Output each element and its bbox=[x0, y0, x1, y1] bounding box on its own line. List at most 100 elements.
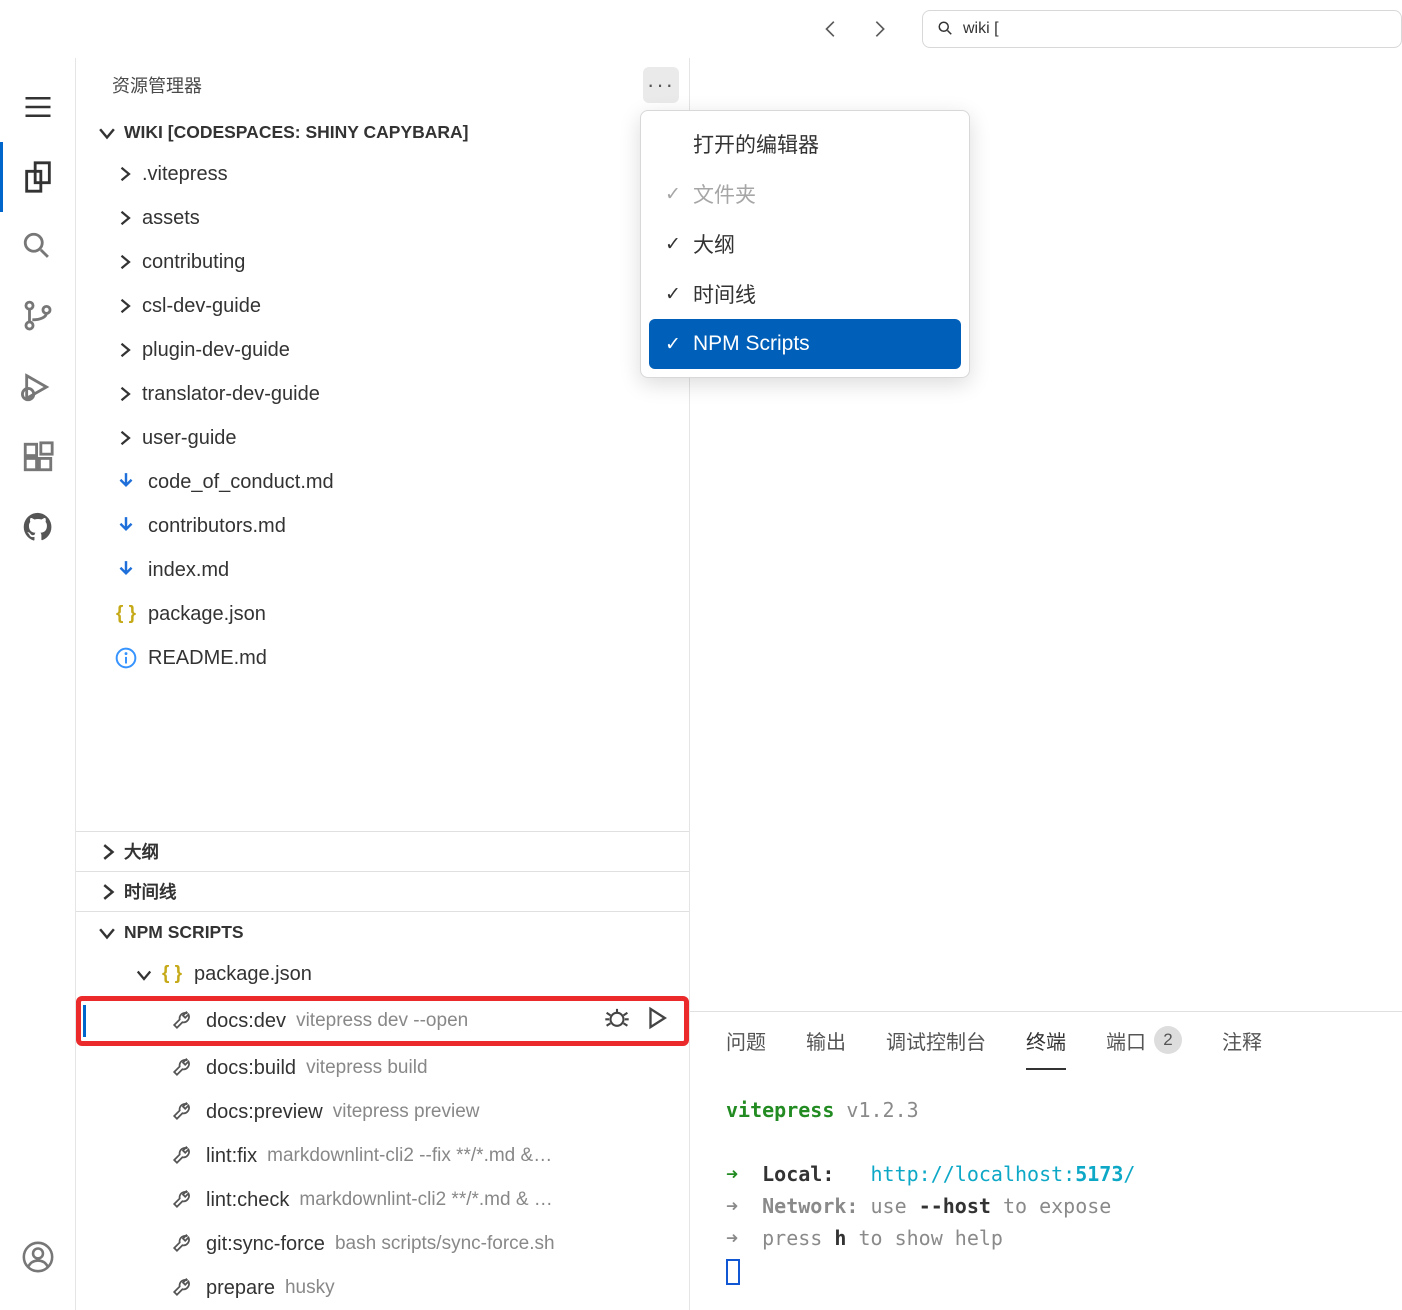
activity-explorer[interactable] bbox=[0, 142, 76, 212]
workspace-header[interactable]: WIKI [CODESPACES: SHINY CAPYBARA] bbox=[76, 112, 689, 152]
tab-comments[interactable]: 注释 bbox=[1222, 1012, 1262, 1070]
nav-forward-button[interactable] bbox=[868, 17, 892, 41]
script-name: lint:fix bbox=[206, 1145, 257, 1168]
npm-root-label: package.json bbox=[194, 963, 312, 986]
activity-bar bbox=[0, 58, 76, 1310]
chevron-right-icon bbox=[114, 252, 134, 272]
npm-package-json[interactable]: { } package.json bbox=[76, 952, 689, 996]
folder-label: contributing bbox=[142, 251, 245, 274]
folder-label: plugin-dev-guide bbox=[142, 339, 290, 362]
script-name: docs:preview bbox=[206, 1101, 323, 1124]
script-name: prepare bbox=[206, 1277, 275, 1300]
file-code_of_conduct.md[interactable]: code_of_conduct.md bbox=[76, 460, 689, 504]
outline-label: 大纲 bbox=[124, 839, 159, 864]
chevron-right-icon bbox=[96, 841, 118, 863]
activity-accounts[interactable] bbox=[0, 1222, 76, 1292]
activity-github[interactable] bbox=[0, 492, 76, 562]
npm-script-lint-check[interactable]: lint:check markdownlint-cli2 **/*.md & … bbox=[76, 1178, 689, 1222]
npm-script-docs-dev[interactable]: docs:devvitepress dev --open bbox=[76, 996, 689, 1046]
folder-csl-dev-guide[interactable]: csl-dev-guide bbox=[76, 284, 689, 328]
folder-label: csl-dev-guide bbox=[142, 295, 261, 318]
chevron-right-icon bbox=[114, 164, 134, 184]
folder-label: user-guide bbox=[142, 427, 237, 450]
nav-back-button[interactable] bbox=[820, 17, 844, 41]
npm-script-lint-fix[interactable]: lint:fixmarkdownlint-cli2 --fix **/*.md … bbox=[76, 1134, 689, 1178]
folder-contributing[interactable]: contributing bbox=[76, 240, 689, 284]
wrench-icon bbox=[172, 1276, 196, 1300]
wrench-icon bbox=[172, 1144, 196, 1168]
dropdown-item-打开的编辑器[interactable]: 打开的编辑器 bbox=[649, 119, 961, 169]
modified-file-icon bbox=[114, 470, 138, 494]
wrench-icon bbox=[172, 1009, 196, 1033]
ports-badge: 2 bbox=[1154, 1026, 1182, 1054]
dropdown-item-NPM Scripts[interactable]: ✓NPM Scripts bbox=[649, 319, 961, 369]
script-name: git:sync-force bbox=[206, 1233, 325, 1256]
dropdown-item-文件夹[interactable]: ✓文件夹 bbox=[649, 169, 961, 219]
script-command: markdownlint-cli2 **/*.md & … bbox=[299, 1189, 552, 1211]
npm-script-prepare[interactable]: prepare husky bbox=[76, 1266, 689, 1310]
dropdown-item-时间线[interactable]: ✓时间线 bbox=[649, 269, 961, 319]
dropdown-item-大纲[interactable]: ✓大纲 bbox=[649, 219, 961, 269]
folder-user-guide[interactable]: user-guide bbox=[76, 416, 689, 460]
modified-file-icon bbox=[114, 514, 138, 538]
script-command: husky bbox=[285, 1277, 335, 1299]
file-index.md[interactable]: index.md bbox=[76, 548, 689, 592]
tab-problems[interactable]: 问题 bbox=[726, 1012, 766, 1070]
npm-script-docs-preview[interactable]: docs:previewvitepress preview bbox=[76, 1090, 689, 1134]
file-label: package.json bbox=[148, 603, 266, 626]
wrench-icon bbox=[172, 1100, 196, 1124]
menu-button[interactable] bbox=[0, 72, 76, 142]
script-name: lint:check bbox=[206, 1189, 289, 1212]
file-label: README.md bbox=[148, 647, 267, 670]
npm-script-git-sync-force[interactable]: git:sync-forcebash scripts/sync-force.sh bbox=[76, 1222, 689, 1266]
chevron-down-icon bbox=[96, 921, 118, 943]
tab-ports[interactable]: 端口2 bbox=[1106, 1012, 1182, 1070]
check-icon: ✓ bbox=[665, 333, 693, 356]
run-script-button[interactable] bbox=[644, 1005, 670, 1037]
sidebar-more-button[interactable]: ··· bbox=[643, 67, 679, 103]
script-command: vitepress build bbox=[306, 1057, 427, 1079]
tab-debug-console[interactable]: 调试控制台 bbox=[886, 1012, 986, 1070]
folder-translator-dev-guide[interactable]: translator-dev-guide bbox=[76, 372, 689, 416]
terminal-output[interactable]: vitepress v1.2.3 ➜ Local: http://localho… bbox=[690, 1070, 1402, 1310]
file-README.md[interactable]: README.md bbox=[76, 636, 689, 680]
folder-.vitepress[interactable]: .vitepress bbox=[76, 152, 689, 196]
tab-terminal[interactable]: 终端 bbox=[1026, 1012, 1066, 1070]
tab-output[interactable]: 输出 bbox=[806, 1012, 846, 1070]
check-icon: ✓ bbox=[665, 183, 693, 206]
file-tree: .vitepressassets contributing csl-dev-guid… bbox=[76, 152, 689, 680]
outline-section[interactable]: 大纲 bbox=[76, 831, 689, 871]
activity-extensions[interactable] bbox=[0, 422, 76, 492]
dropdown-item-label: 文件夹 bbox=[693, 179, 756, 209]
wrench-icon bbox=[172, 1188, 196, 1212]
file-package.json[interactable]: { }package.json bbox=[76, 592, 689, 636]
script-name: docs:dev bbox=[206, 1010, 286, 1033]
timeline-label: 时间线 bbox=[124, 879, 177, 904]
file-contributors.md[interactable]: contributors.md bbox=[76, 504, 689, 548]
file-label: contributors.md bbox=[148, 515, 286, 538]
npm-script-docs-build[interactable]: docs:build vitepress build bbox=[76, 1046, 689, 1090]
timeline-section[interactable]: 时间线 bbox=[76, 871, 689, 911]
debug-script-button[interactable] bbox=[604, 1005, 630, 1037]
terminal-cursor bbox=[726, 1259, 740, 1285]
chevron-right-icon bbox=[114, 208, 134, 228]
file-label: code_of_conduct.md bbox=[148, 471, 334, 494]
npm-scripts-section[interactable]: NPM SCRIPTS bbox=[76, 912, 689, 952]
activity-scm[interactable] bbox=[0, 282, 76, 352]
folder-assets[interactable]: assets bbox=[76, 196, 689, 240]
check-icon: ✓ bbox=[665, 283, 693, 306]
file-label: index.md bbox=[148, 559, 229, 582]
chevron-right-icon bbox=[114, 384, 134, 404]
folder-plugin-dev-guide[interactable]: plugin-dev-guide bbox=[76, 328, 689, 372]
workspace-name: WIKI [CODESPACES: SHINY CAPYBARA] bbox=[124, 122, 469, 143]
command-center-search[interactable]: wiki [ bbox=[922, 10, 1402, 48]
activity-debug[interactable] bbox=[0, 352, 76, 422]
activity-search[interactable] bbox=[0, 212, 76, 282]
explorer-sidebar: 资源管理器 ··· WIKI [CODESPACES: SHINY CAPYBA… bbox=[76, 58, 690, 1310]
script-name: docs:build bbox=[206, 1057, 296, 1080]
chevron-down-icon bbox=[134, 964, 154, 984]
chevron-down-icon bbox=[96, 121, 118, 143]
info-icon bbox=[114, 646, 138, 670]
chevron-right-icon bbox=[114, 428, 134, 448]
wrench-icon bbox=[172, 1232, 196, 1256]
